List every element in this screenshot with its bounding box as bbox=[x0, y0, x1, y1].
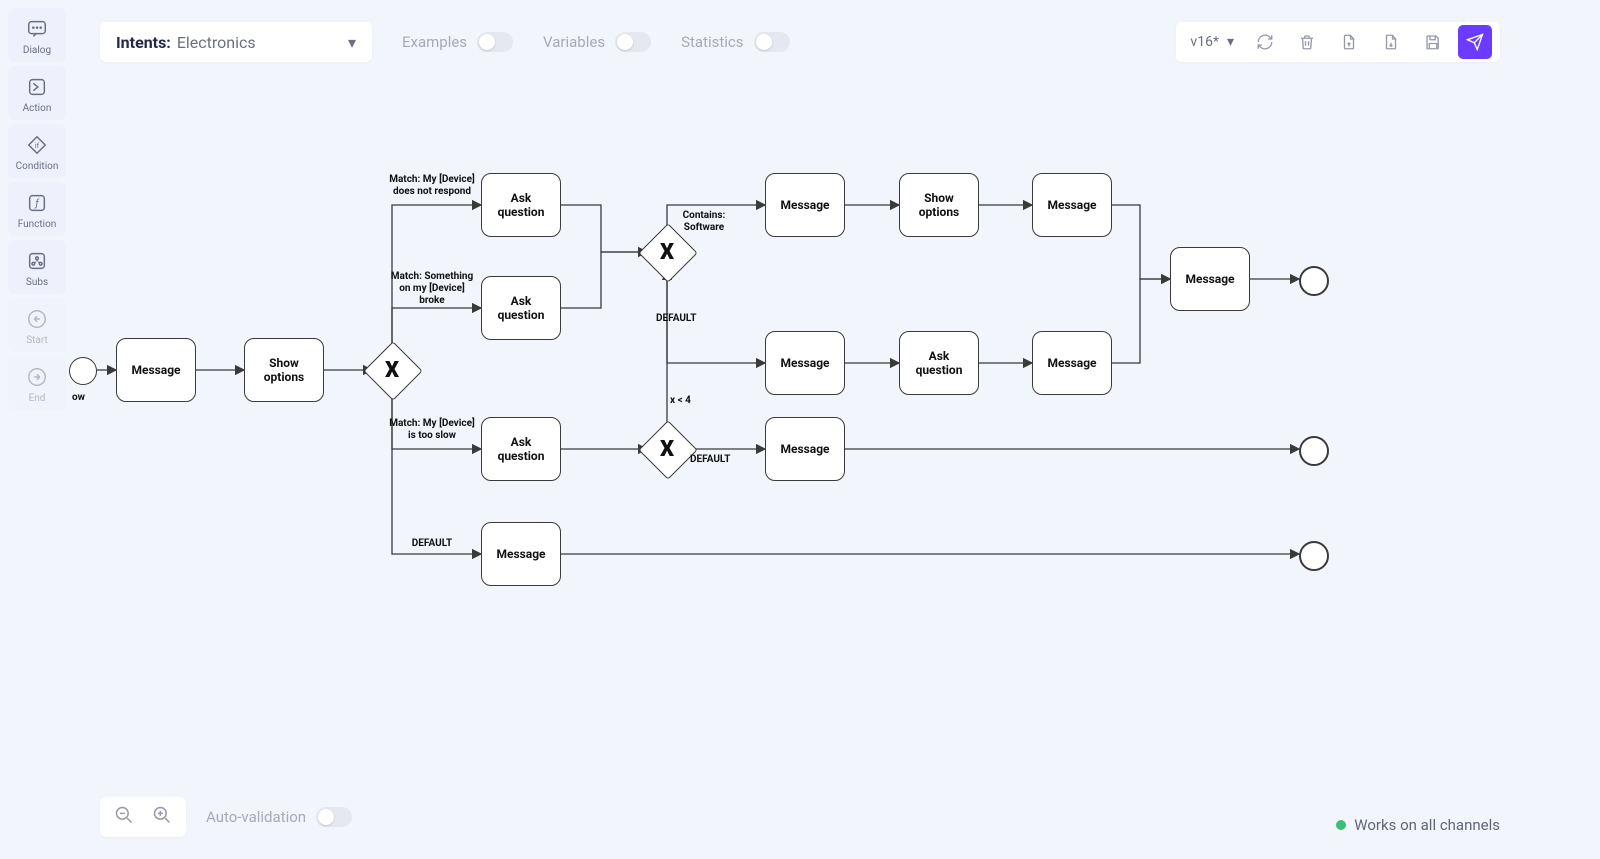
palette-dialog-label: Dialog bbox=[23, 45, 51, 56]
diagram-canvas[interactable]: ow Message Show options X Ask question A… bbox=[72, 0, 1600, 859]
palette-action[interactable]: Action bbox=[8, 66, 66, 120]
palette-action-label: Action bbox=[23, 103, 52, 114]
palette-function-label: Function bbox=[18, 219, 57, 230]
palette-condition-label: Condition bbox=[16, 161, 59, 172]
palette-subs[interactable]: Subs bbox=[8, 240, 66, 294]
gateway-exclusive[interactable]: X bbox=[647, 232, 687, 272]
start-event[interactable] bbox=[69, 357, 97, 385]
end-event[interactable] bbox=[1299, 541, 1329, 571]
end-icon bbox=[24, 364, 50, 390]
node-show-options[interactable]: Show options bbox=[899, 173, 979, 237]
svg-text:if: if bbox=[35, 141, 40, 150]
action-icon bbox=[24, 74, 50, 100]
gateway-exclusive[interactable]: X bbox=[647, 429, 687, 469]
palette-start-label: Start bbox=[26, 335, 48, 346]
function-icon: ƒ bbox=[24, 190, 50, 216]
node-ask-question[interactable]: Ask question bbox=[481, 276, 561, 340]
node-message[interactable]: Message bbox=[765, 173, 845, 237]
start-event-label: ow bbox=[72, 392, 85, 403]
end-event[interactable] bbox=[1299, 266, 1329, 296]
condition-icon: if bbox=[24, 132, 50, 158]
node-ask-question[interactable]: Ask question bbox=[899, 331, 979, 395]
palette-subs-label: Subs bbox=[26, 277, 48, 288]
gateway-exclusive[interactable]: X bbox=[372, 350, 412, 390]
palette-condition[interactable]: if Condition bbox=[8, 124, 66, 178]
node-message[interactable]: Message bbox=[1170, 247, 1250, 311]
node-message[interactable]: Message bbox=[765, 417, 845, 481]
subs-icon bbox=[24, 248, 50, 274]
node-message[interactable]: Message bbox=[1032, 173, 1112, 237]
node-palette: Dialog Action if Condition ƒ Function Su… bbox=[8, 8, 66, 410]
svg-text:ƒ: ƒ bbox=[34, 198, 40, 210]
palette-start[interactable]: Start bbox=[8, 298, 66, 352]
node-message[interactable]: Message bbox=[116, 338, 196, 402]
node-message[interactable]: Message bbox=[765, 331, 845, 395]
node-ask-question[interactable]: Ask question bbox=[481, 173, 561, 237]
start-icon bbox=[24, 306, 50, 332]
node-message[interactable]: Message bbox=[1032, 331, 1112, 395]
palette-function[interactable]: ƒ Function bbox=[8, 182, 66, 236]
chat-icon bbox=[24, 16, 50, 42]
end-event[interactable] bbox=[1299, 436, 1329, 466]
node-message[interactable]: Message bbox=[481, 522, 561, 586]
node-ask-question[interactable]: Ask question bbox=[481, 417, 561, 481]
palette-end[interactable]: End bbox=[8, 356, 66, 410]
node-show-options[interactable]: Show options bbox=[244, 338, 324, 402]
palette-dialog[interactable]: Dialog bbox=[8, 8, 66, 62]
palette-end-label: End bbox=[29, 393, 46, 404]
